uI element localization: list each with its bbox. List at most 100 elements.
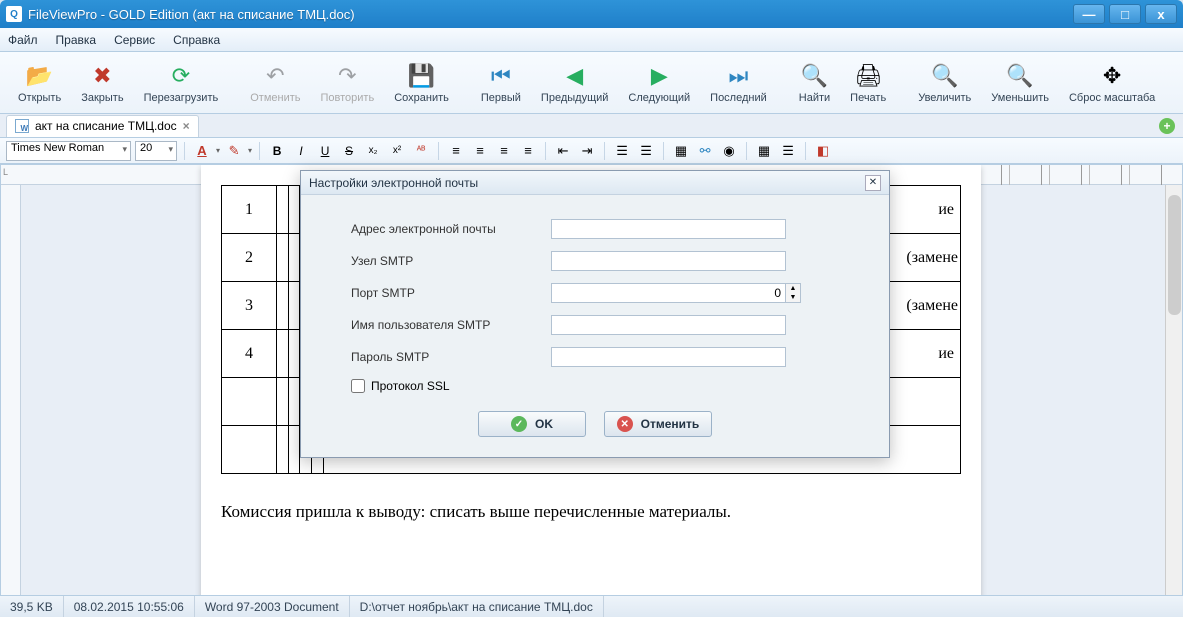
indent-dec-button[interactable]: ⇤ xyxy=(553,141,573,161)
print-icon: 🖨 xyxy=(854,62,882,90)
last-icon: ⏭ xyxy=(724,62,752,90)
menu-edit[interactable]: Правка xyxy=(56,33,97,47)
dialog-title: Настройки электронной почты xyxy=(309,176,478,190)
document-tab[interactable]: акт на списание ТМЦ.doc × xyxy=(6,115,199,137)
insert-object-button[interactable]: ◉ xyxy=(719,141,739,161)
highlight-button[interactable]: ✎ xyxy=(224,141,244,161)
subscript-button[interactable]: x₂ xyxy=(363,141,383,161)
strike-button[interactable]: S xyxy=(339,141,359,161)
zoom-reset-button[interactable]: ✥Сброс масштаба xyxy=(1061,60,1163,106)
status-size: 39,5 KB xyxy=(0,596,64,617)
window-title: FileViewPro - GOLD Edition (акт на списа… xyxy=(28,7,355,22)
open-button[interactable]: 📂Открыть xyxy=(10,60,69,106)
zoom-out-button[interactable]: 🔍Уменьшить xyxy=(983,60,1057,106)
align-right-button[interactable]: ≡ xyxy=(494,141,514,161)
menu-help[interactable]: Справка xyxy=(173,33,220,47)
zoom-reset-icon: ✥ xyxy=(1098,62,1126,90)
cancel-button[interactable]: ✕Отменить xyxy=(604,411,712,437)
align-justify-button[interactable]: ≡ xyxy=(518,141,538,161)
close-file-button[interactable]: ✖Закрыть xyxy=(73,60,131,106)
smtp-port-spinner[interactable]: ▲▼ xyxy=(551,283,801,303)
smtp-pass-label: Пароль SMTP xyxy=(351,350,551,364)
align-center-button[interactable]: ≡ xyxy=(470,141,490,161)
zoom-in-button[interactable]: 🔍Увеличить xyxy=(910,60,979,106)
spin-down-button[interactable]: ▼ xyxy=(786,293,800,302)
zoom-out-icon: 🔍 xyxy=(1006,62,1034,90)
underline-button[interactable]: U xyxy=(315,141,335,161)
table-button[interactable]: ▦ xyxy=(754,141,774,161)
smtp-port-input[interactable] xyxy=(551,283,786,303)
list-bullets-button[interactable]: ☰ xyxy=(612,141,632,161)
smtp-user-input[interactable] xyxy=(551,315,786,335)
font-family-select[interactable]: Times New Roman xyxy=(6,141,131,161)
next-button[interactable]: ▶Следующий xyxy=(620,60,698,106)
spin-up-button[interactable]: ▲ xyxy=(786,284,800,293)
first-icon: ⏮ xyxy=(487,62,515,90)
list-numbers-button[interactable]: ☰ xyxy=(636,141,656,161)
redo-button[interactable]: ↷Повторить xyxy=(313,60,383,106)
font-size-select[interactable]: 20 xyxy=(135,141,177,161)
align-left-button[interactable]: ≡ xyxy=(446,141,466,161)
reload-icon: ⟳ xyxy=(167,62,195,90)
vertical-ruler xyxy=(1,185,21,601)
dialog-title-bar[interactable]: Настройки электронной почты ✕ xyxy=(301,171,889,195)
document-tabs: акт на списание ТМЦ.doc × + xyxy=(0,114,1183,138)
check-icon: ✓ xyxy=(511,416,527,432)
indent-inc-button[interactable]: ⇥ xyxy=(577,141,597,161)
smtp-pass-input[interactable] xyxy=(551,347,786,367)
add-tab-button[interactable]: + xyxy=(1159,118,1175,134)
smtp-user-label: Имя пользователя SMTP xyxy=(351,318,551,332)
superscript-button[interactable]: x² xyxy=(387,141,407,161)
email-label: Адрес электронной почты xyxy=(351,222,551,236)
save-button[interactable]: 💾Сохранить xyxy=(386,60,457,106)
first-button[interactable]: ⏮Первый xyxy=(473,60,529,106)
maximize-button[interactable]: □ xyxy=(1109,4,1141,24)
ssl-label: Протокол SSL xyxy=(371,379,450,393)
app-icon: Q xyxy=(6,6,22,22)
italic-button[interactable]: I xyxy=(291,141,311,161)
document-paragraph: Комиссия пришла к выводу: списать выше п… xyxy=(221,502,961,522)
main-toolbar: 📂Открыть ✖Закрыть ⟳Перезагрузить ↶Отмени… xyxy=(0,52,1183,114)
email-input[interactable] xyxy=(551,219,786,239)
menu-file[interactable]: Файл xyxy=(8,33,38,47)
tab-label: акт на списание ТМЦ.doc xyxy=(35,119,177,133)
prev-button[interactable]: ◀Предыдущий xyxy=(533,60,616,106)
properties-button[interactable]: ☰ xyxy=(778,141,798,161)
vertical-scrollbar[interactable] xyxy=(1165,185,1182,601)
font-color-button[interactable]: A xyxy=(192,141,212,161)
prev-icon: ◀ xyxy=(561,62,589,90)
smtp-host-input[interactable] xyxy=(551,251,786,271)
scroll-thumb[interactable] xyxy=(1168,195,1181,315)
insert-link-button[interactable]: ⚯ xyxy=(695,141,715,161)
tab-close-icon[interactable]: × xyxy=(183,119,190,133)
menubar: Файл Правка Сервис Справка xyxy=(0,28,1183,52)
titlebar: Q FileViewPro - GOLD Edition (акт на спи… xyxy=(0,0,1183,28)
save-icon: 💾 xyxy=(408,62,436,90)
compress-button[interactable]: ▣Сжать xyxy=(1179,60,1183,106)
minimize-button[interactable]: — xyxy=(1073,4,1105,24)
reload-button[interactable]: ⟳Перезагрузить xyxy=(136,60,227,106)
menu-service[interactable]: Сервис xyxy=(114,33,155,47)
zoom-in-icon: 🔍 xyxy=(931,62,959,90)
next-icon: ▶ xyxy=(645,62,673,90)
print-button[interactable]: 🖨Печать xyxy=(842,60,894,106)
spellcheck-button[interactable]: ᴬᴮ xyxy=(411,141,431,161)
status-type: Word 97-2003 Document xyxy=(195,596,350,617)
last-button[interactable]: ⏭Последний xyxy=(702,60,775,106)
undo-icon: ↶ xyxy=(261,62,289,90)
status-date: 08.02.2015 10:55:06 xyxy=(64,596,195,617)
undo-button[interactable]: ↶Отменить xyxy=(242,60,308,106)
ssl-checkbox[interactable] xyxy=(351,379,365,393)
ok-button[interactable]: ✓OK xyxy=(478,411,586,437)
word-doc-icon xyxy=(15,119,29,133)
find-button[interactable]: 🔍Найти xyxy=(791,60,838,106)
bold-button[interactable]: B xyxy=(267,141,287,161)
cancel-icon: ✕ xyxy=(617,416,633,432)
close-button[interactable]: x xyxy=(1145,4,1177,24)
dialog-close-button[interactable]: ✕ xyxy=(865,175,881,191)
pdf-button[interactable]: ◧ xyxy=(813,141,833,161)
search-icon: 🔍 xyxy=(800,62,828,90)
insert-image-button[interactable]: ▦ xyxy=(671,141,691,161)
format-toolbar: Times New Roman 20 A▾ ✎▾ B I U S x₂ x² ᴬ… xyxy=(0,138,1183,164)
redo-icon: ↷ xyxy=(333,62,361,90)
